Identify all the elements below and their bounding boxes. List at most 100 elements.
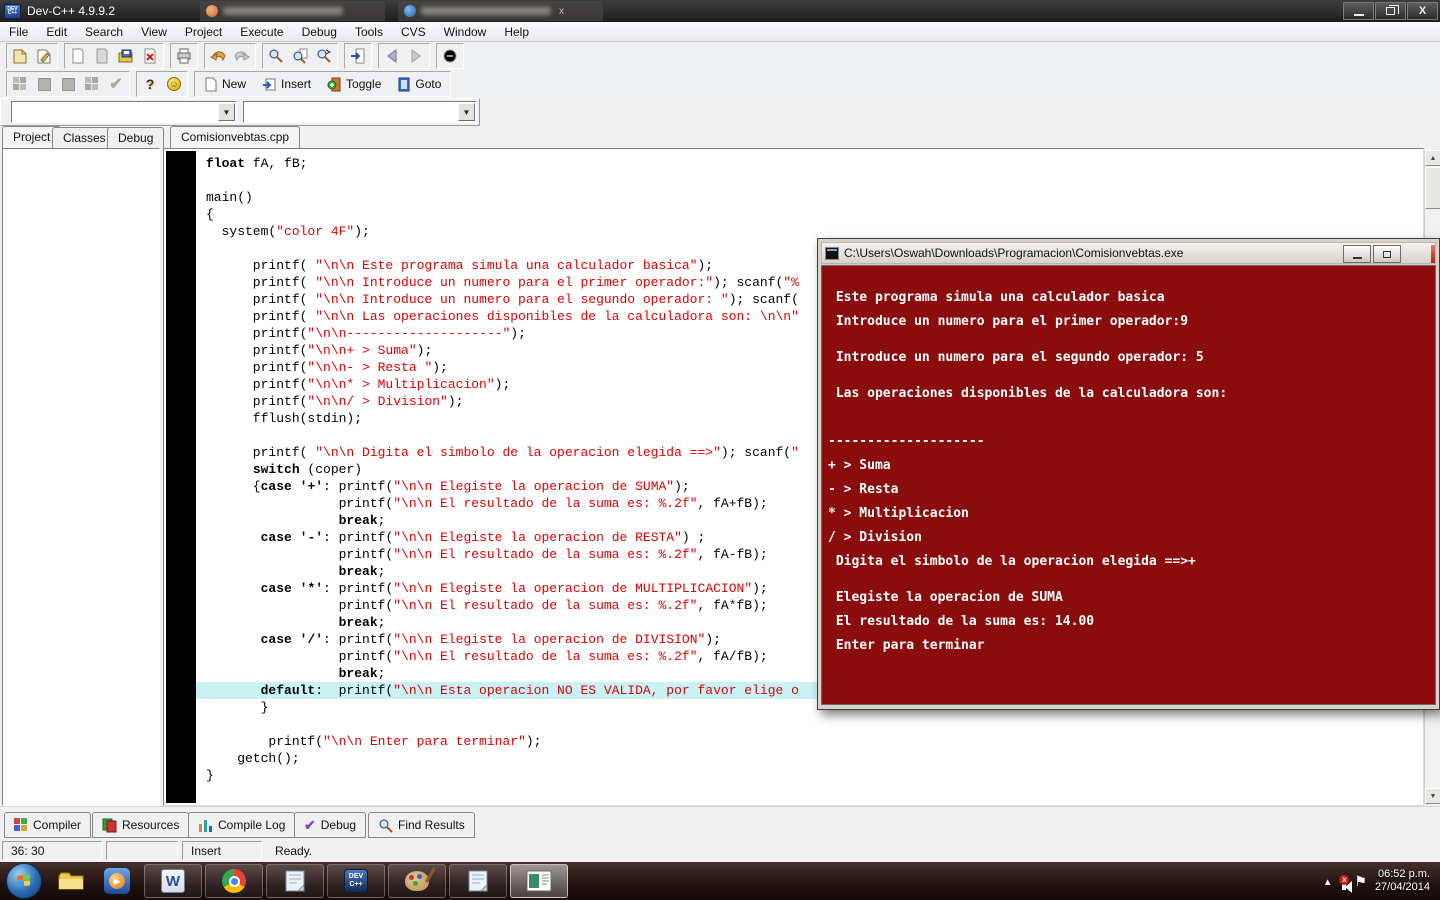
toggle-button[interactable]: Toggle	[319, 73, 389, 95]
compiler-combo-left[interactable]: ▼	[11, 101, 237, 123]
save-as-icon[interactable]	[114, 45, 138, 67]
hidden-icons-chevron[interactable]: ▴	[1325, 875, 1331, 888]
abort-icon[interactable]	[438, 45, 462, 67]
modified-indicator	[106, 841, 178, 860]
taskbar-clock[interactable]: 06:52 p.m. 27/04/2014	[1375, 868, 1430, 894]
back-icon[interactable]	[380, 45, 404, 67]
code-line[interactable]: getch();	[196, 750, 1421, 767]
console-titlebar[interactable]: C:\Users\Oswah\Downloads\Programacion\Co…	[821, 242, 1436, 264]
menu-tools[interactable]: Tools	[346, 22, 392, 42]
devcpp-titlebar[interactable]: DEV C++ Dev-C++ 4.9.9.2 x X	[0, 0, 1440, 22]
save-icon[interactable]	[90, 45, 114, 67]
scroll-thumb[interactable]	[1425, 167, 1440, 209]
goto-button[interactable]: Goto	[389, 73, 449, 95]
open-project-icon[interactable]	[32, 45, 56, 67]
menu-help[interactable]: Help	[495, 22, 538, 42]
syntax-check-icon[interactable]: ✔	[104, 73, 128, 95]
scroll-up-icon[interactable]: ▲	[1425, 150, 1440, 166]
background-tab-blurred-text	[223, 7, 343, 15]
print-icon[interactable]	[172, 45, 196, 67]
project-browser-panel[interactable]	[2, 148, 160, 806]
console-minimize-button[interactable]	[1343, 245, 1371, 263]
code-line[interactable]	[196, 716, 1421, 733]
notepad-icon	[285, 870, 305, 892]
cursor-position: 36: 30	[2, 841, 102, 860]
start-button[interactable]	[6, 863, 42, 899]
taskbar-notepad[interactable]	[266, 864, 324, 898]
taskbar-devcpp[interactable]: DEV C++	[327, 864, 385, 898]
new-button[interactable]: New	[196, 73, 254, 95]
action-center-flag-icon[interactable]: ⚑	[1354, 873, 1367, 890]
replace-icon[interactable]	[312, 45, 336, 67]
code-line[interactable]: {	[196, 206, 1421, 223]
insert-button[interactable]: Insert	[254, 73, 319, 95]
find-in-files-icon[interactable]	[288, 45, 312, 67]
tab-strip: Project Classes Debug Comisionvebtas.cpp	[0, 126, 1440, 148]
background-browser-tab	[200, 1, 385, 21]
code-line[interactable]: printf("\n\n Enter para terminar");	[196, 733, 1421, 750]
code-line[interactable]: main()	[196, 189, 1421, 206]
taskbar-console-active[interactable]	[510, 864, 568, 898]
tab-compiler[interactable]: Compiler	[4, 812, 92, 838]
console-window[interactable]: C:\Users\Oswah\Downloads\Programacion\Co…	[817, 238, 1440, 710]
console-maximize-button[interactable]	[1373, 245, 1401, 263]
scroll-down-icon[interactable]: ▼	[1425, 788, 1440, 804]
tab-resources[interactable]: Resources	[92, 812, 190, 838]
chevron-down-icon[interactable]: ▼	[458, 103, 475, 121]
redo-icon[interactable]	[230, 45, 254, 67]
taskbar-explorer[interactable]	[52, 863, 90, 899]
taskbar-chrome[interactable]	[205, 864, 263, 898]
new-source-icon[interactable]	[8, 45, 32, 67]
menu-debug[interactable]: Debug	[293, 22, 346, 42]
taskbar-notepad-2[interactable]	[449, 864, 507, 898]
console-close-button[interactable]	[1431, 245, 1435, 263]
code-line[interactable]: float fA, fB;	[196, 155, 1421, 172]
menu-window[interactable]: Window	[435, 22, 496, 42]
clock-date: 27/04/2014	[1374, 881, 1430, 893]
chevron-down-icon[interactable]: ▼	[218, 103, 235, 121]
folder-icon	[58, 872, 84, 890]
menu-execute[interactable]: Execute	[231, 22, 292, 42]
compiler-combo-right[interactable]: ▼	[243, 101, 477, 123]
tab-compile-log[interactable]: Compile Log	[188, 812, 296, 838]
toggle-icon	[327, 77, 341, 91]
taskbar-word[interactable]: W	[144, 864, 202, 898]
run-icon[interactable]	[32, 73, 56, 95]
menu-file[interactable]: File	[0, 22, 37, 42]
new-page-icon	[205, 77, 217, 91]
code-line[interactable]	[196, 172, 1421, 189]
menu-edit[interactable]: Edit	[37, 22, 76, 42]
insert-icon	[263, 78, 276, 90]
new-file-icon[interactable]	[66, 45, 90, 67]
close-button[interactable]: X	[1407, 2, 1438, 20]
menu-project[interactable]: Project	[176, 22, 231, 42]
minimize-button[interactable]	[1343, 2, 1374, 20]
tab-find-results[interactable]: Find Results	[368, 812, 475, 838]
about-smiley-icon[interactable]: ☺	[162, 73, 186, 95]
taskbar-media-player[interactable]: ▶	[98, 863, 136, 899]
tab-debug[interactable]: Debug	[107, 127, 165, 148]
code-line[interactable]: }	[196, 767, 1421, 784]
menu-cvs[interactable]: CVS	[392, 22, 435, 42]
status-message: Ready.	[266, 841, 1438, 860]
close-file-icon[interactable]	[138, 45, 162, 67]
menu-view[interactable]: View	[132, 22, 176, 42]
tab-debug-report[interactable]: ✔ Debug	[294, 812, 367, 838]
rebuild-icon[interactable]	[80, 73, 104, 95]
console-output-area[interactable]: Este programa simula una calculador basi…	[821, 265, 1436, 705]
compile-and-run-icon[interactable]	[56, 73, 80, 95]
taskbar-paint[interactable]	[388, 864, 446, 898]
restore-button[interactable]	[1375, 2, 1406, 20]
compile-icon[interactable]	[8, 73, 32, 95]
undo-icon[interactable]	[206, 45, 230, 67]
find-results-tab-icon	[379, 819, 393, 833]
goto-line-icon[interactable]	[346, 45, 370, 67]
tab-file-comisionvebtas[interactable]: Comisionvebtas.cpp	[170, 126, 301, 148]
forward-icon[interactable]	[404, 45, 428, 67]
system-tray: ▴ x ⚑ 06:52 p.m. 27/04/2014	[1313, 862, 1440, 900]
word-icon: W	[161, 869, 185, 893]
find-icon[interactable]	[264, 45, 288, 67]
menu-search[interactable]: Search	[76, 22, 132, 42]
help-icon[interactable]: ?	[138, 73, 162, 95]
report-tab-bar: Compiler Resources Compile Log ✔ Debug F…	[0, 806, 1440, 840]
